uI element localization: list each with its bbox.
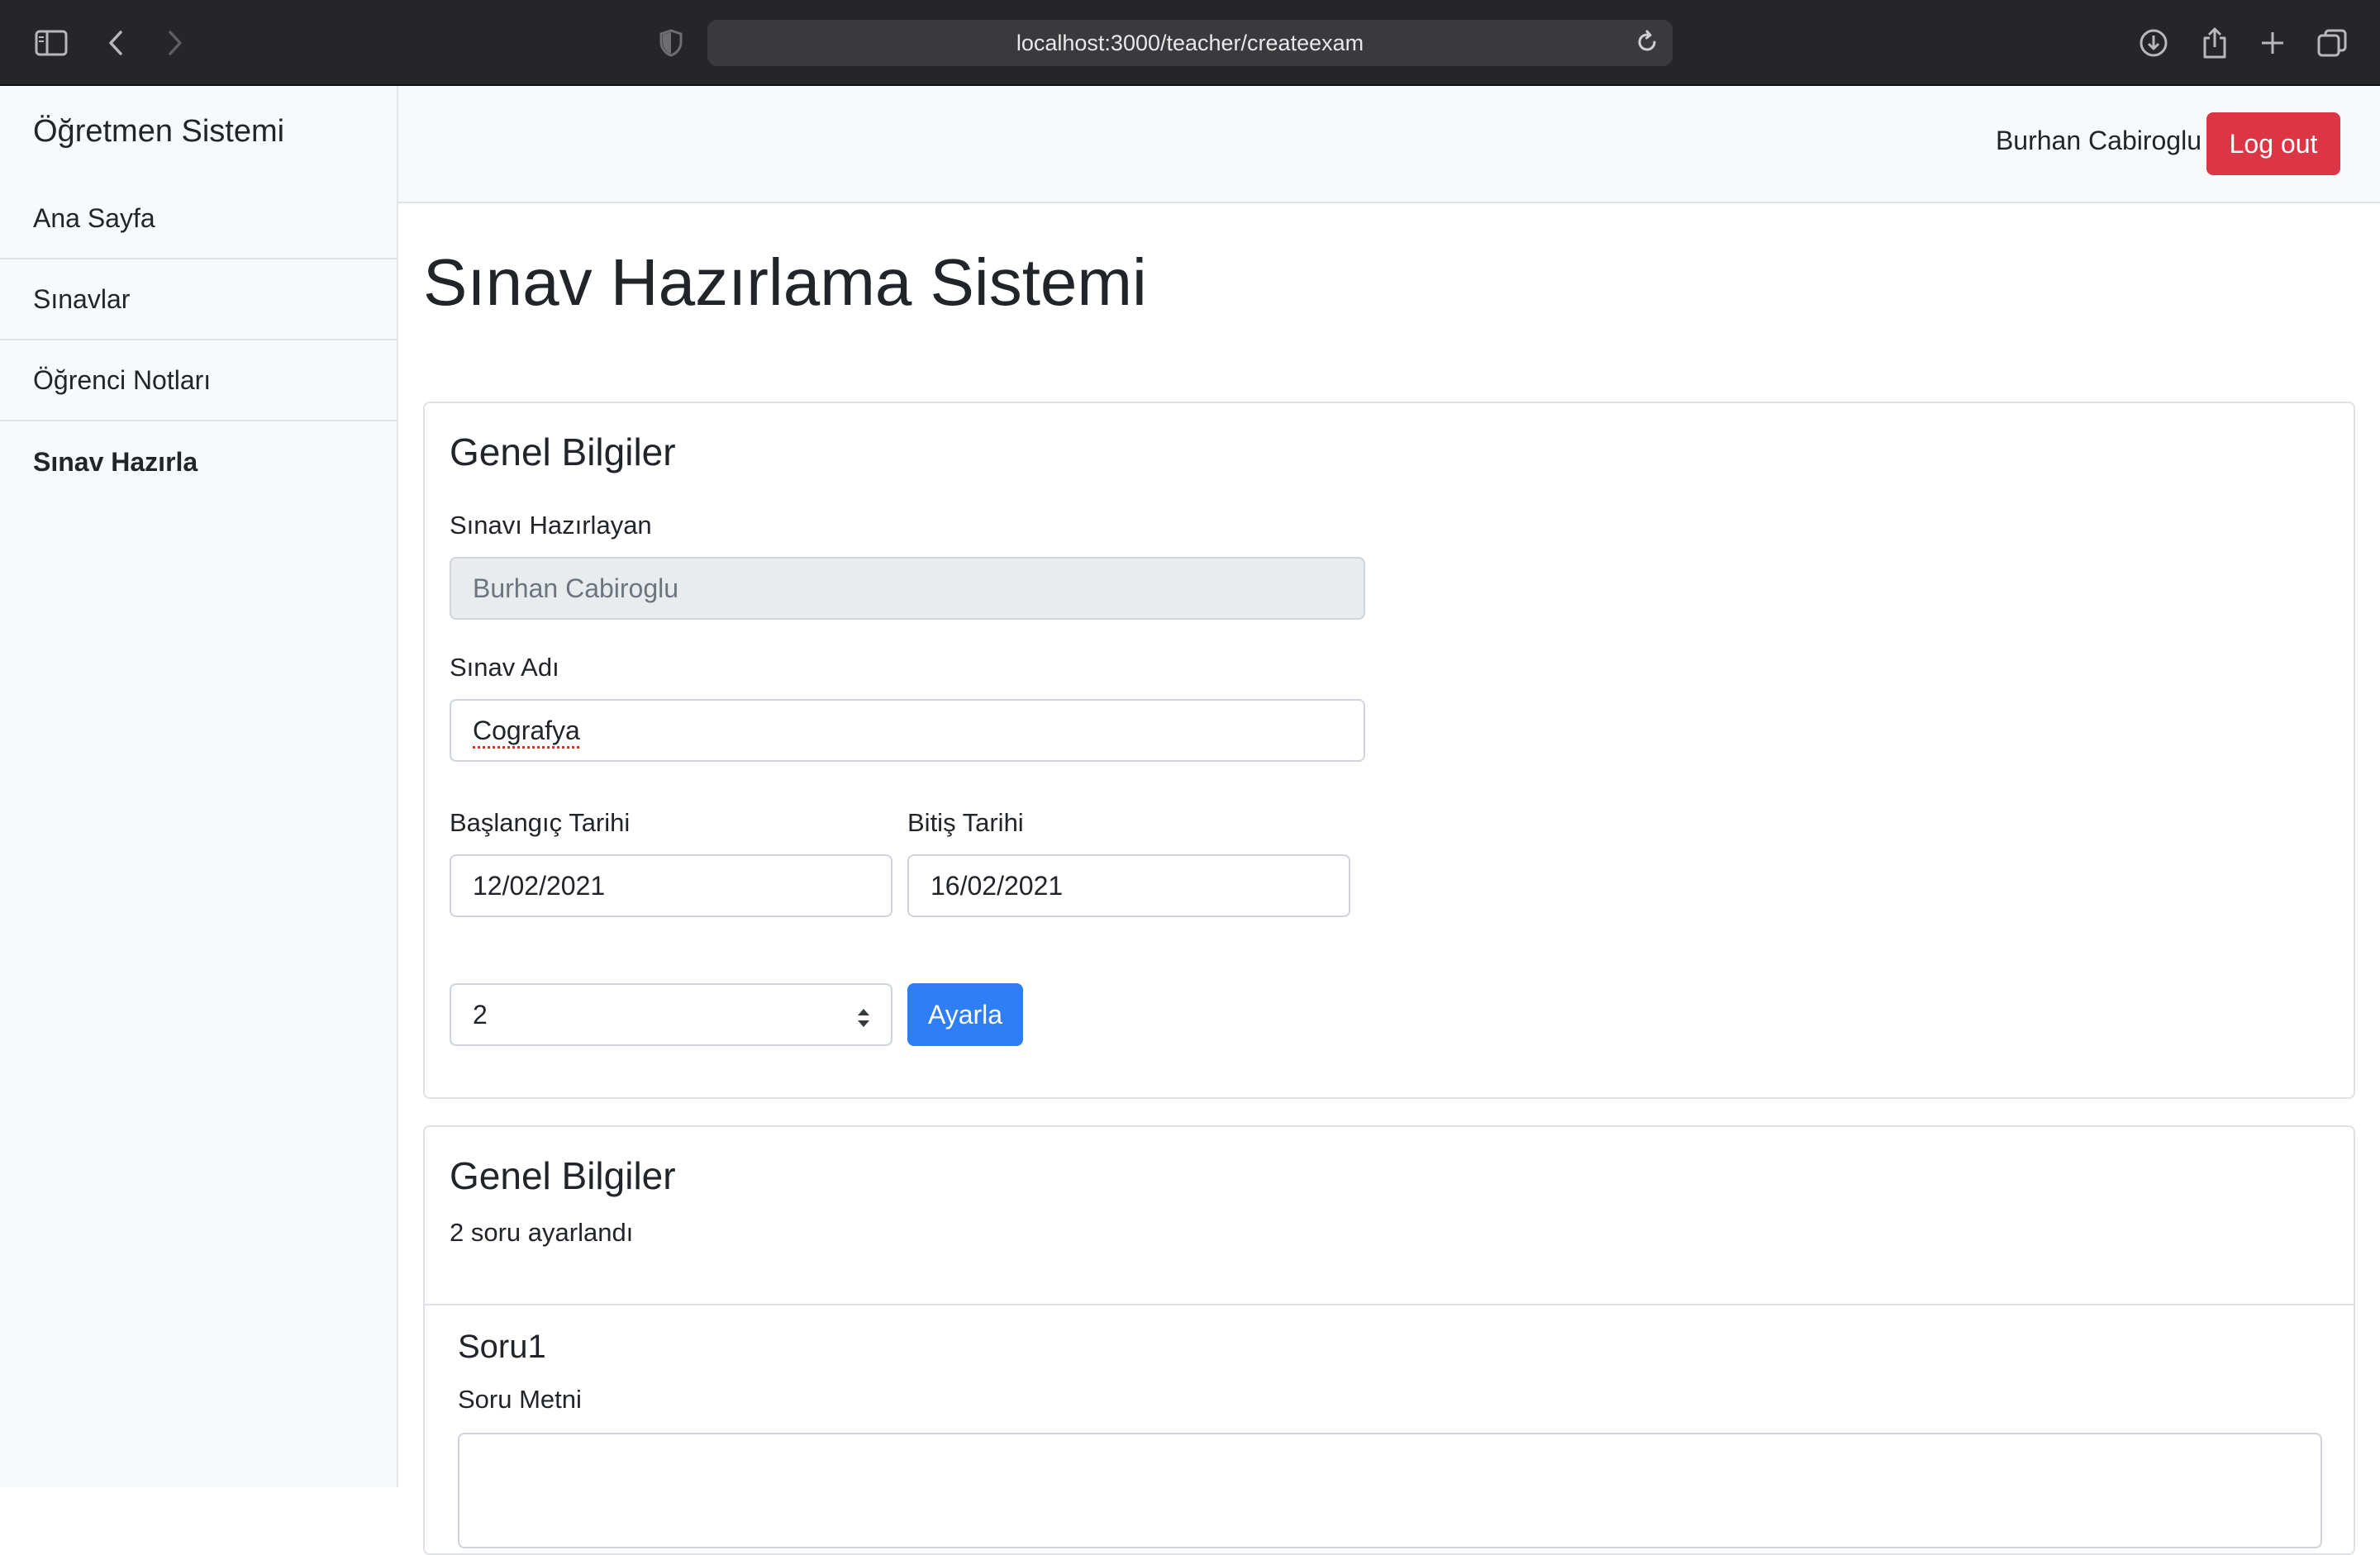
page-title: Sınav Hazırlama Sistemi [423, 245, 1147, 319]
question-text-label: Soru Metni [458, 1385, 582, 1414]
tab-overview-icon[interactable] [2311, 21, 2354, 64]
sidebar-item-exams[interactable]: Sınavlar [0, 259, 397, 340]
question-title: Soru1 [458, 1329, 546, 1365]
card-divider [425, 1304, 2354, 1305]
new-tab-icon[interactable] [2251, 21, 2294, 64]
preparer-label: Sınavı Hazırlayan [450, 511, 652, 540]
questions-status: 2 soru ayarlandı [450, 1218, 634, 1247]
general-info-card: Genel Bilgiler Sınavı Hazırlayan Burhan … [423, 402, 2355, 1099]
questions-card: Genel Bilgiler 2 soru ayarlandı Soru1 So… [423, 1125, 2355, 1555]
address-bar[interactable]: localhost:3000/teacher/createexam [707, 20, 1673, 66]
sidebar: Öğretmen Sistemi Ana Sayfa Sınavlar Öğre… [0, 86, 398, 1487]
top-navbar: Burhan Cabiroglu Log out [398, 86, 2380, 203]
card-title: Genel Bilgiler [450, 430, 676, 473]
sidebar-item-label: Ana Sayfa [33, 202, 155, 233]
browser-toolbar: localhost:3000/teacher/createexam [0, 0, 2380, 86]
end-date-value: 16/02/2021 [931, 870, 1064, 901]
exam-name-value: Cografya [473, 715, 580, 745]
sidebar-item-home[interactable]: Ana Sayfa [0, 178, 397, 259]
share-icon[interactable] [2193, 21, 2236, 64]
sidebar-toggle-icon[interactable] [30, 21, 73, 64]
preparer-value: Burhan Cabiroglu [473, 573, 679, 603]
reload-icon[interactable] [1635, 30, 1659, 55]
back-icon[interactable] [94, 21, 137, 64]
privacy-shield-icon[interactable] [650, 21, 693, 64]
start-date-label: Başlangıç Tarihi [450, 808, 631, 837]
set-button[interactable]: Ayarla [907, 983, 1023, 1046]
forward-icon[interactable] [154, 21, 197, 64]
end-date-label: Bitiş Tarihi [907, 808, 1024, 837]
start-date-value: 12/02/2021 [473, 870, 606, 901]
preparer-field: Burhan Cabiroglu [450, 557, 1365, 620]
exam-name-label: Sınav Adı [450, 653, 559, 682]
end-date-input[interactable]: 16/02/2021 [907, 854, 1350, 917]
sidebar-item-label: Öğrenci Notları [33, 364, 212, 395]
sidebar-brand[interactable]: Öğretmen Sistemi [33, 114, 284, 150]
url-text: localhost:3000/teacher/createexam [1016, 30, 1364, 55]
logout-button[interactable]: Log out [2206, 112, 2340, 175]
sidebar-item-label: Sınavlar [33, 283, 131, 314]
start-date-input[interactable]: 12/02/2021 [450, 854, 892, 917]
question-count-value: 2 [473, 999, 488, 1030]
card-title: Genel Bilgiler [450, 1154, 676, 1197]
select-updown-icon [856, 1005, 871, 1035]
question-count-select[interactable]: 2 [450, 983, 892, 1046]
user-name: Burhan Cabiroglu [1995, 126, 2202, 155]
exam-name-input[interactable]: Cografya [450, 699, 1365, 762]
sidebar-item-student-grades[interactable]: Öğrenci Notları [0, 340, 397, 421]
downloads-icon[interactable] [2132, 21, 2175, 64]
sidebar-item-prepare-exam[interactable]: Sınav Hazırla [0, 421, 397, 502]
sidebar-item-label: Sınav Hazırla [33, 446, 198, 477]
sidebar-nav: Ana Sayfa Sınavlar Öğrenci Notları Sınav… [0, 178, 397, 502]
question-text-input[interactable] [458, 1433, 2322, 1548]
